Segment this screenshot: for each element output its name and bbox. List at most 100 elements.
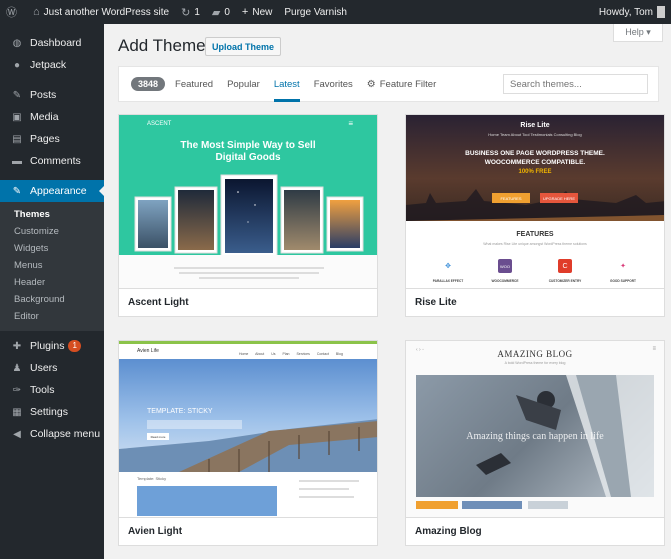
theme-name: Ascent Light	[119, 288, 377, 316]
screenshot-headline: TEMPLATE: STICKY	[147, 408, 213, 415]
theme-screenshot[interactable]: ASCENT ≡ The Most Simple Way to Sell Dig…	[119, 115, 377, 290]
sidebar-item-appearance[interactable]: ✎ Appearance	[0, 180, 104, 202]
media-icon: ▣	[12, 111, 22, 123]
upload-theme-button[interactable]: Upload Theme	[205, 37, 282, 56]
updates-link[interactable]: ↻ 1	[181, 6, 200, 19]
brush-icon: ✎	[12, 185, 22, 197]
theme-card-ascent-light[interactable]: ASCENT ≡ The Most Simple Way to Sell Dig…	[118, 114, 378, 317]
submenu-item-customize[interactable]: Customize	[0, 223, 104, 240]
feature-filter-label: Feature Filter	[379, 78, 437, 90]
wordpress-logo-menu[interactable]: Ⓦ	[6, 4, 21, 20]
screenshot-nav: Home Team About Tool Testimonials Consul…	[488, 132, 582, 137]
support-icon: ✦	[620, 263, 626, 270]
theme-screenshot[interactable]: ‹ › ◦ AMAZING BLOG A bold WordPress them…	[406, 341, 664, 519]
sidebar-item-label: Tools	[30, 384, 55, 396]
pier-image: TEMPLATE: STICKY Read more	[119, 359, 377, 472]
main-content: Help ▾ Add Themes Upload Theme 3848 Feat…	[104, 24, 671, 559]
submenu-item-menus[interactable]: Menus	[0, 257, 104, 274]
screenshot-headline: BUSINESS ONE PAGE WORDPRESS THEME. WOOCO…	[465, 150, 605, 166]
settings-icon: ▦	[12, 406, 22, 418]
sidebar-item-settings[interactable]: ▦ Settings	[0, 401, 104, 423]
submenu-item-background[interactable]: Background	[0, 291, 104, 308]
updates-icon: ↻	[181, 6, 191, 19]
sidebar-item-label: Users	[30, 362, 58, 374]
filter-latest[interactable]: Latest	[273, 66, 300, 102]
gear-icon: ⚙	[366, 78, 376, 90]
screenshot-nav: Home About Us Plan Services Contact Blog	[239, 352, 343, 356]
pages-icon: ▤	[12, 133, 22, 145]
icon-label: WOOCOMMERCE	[491, 279, 519, 283]
theme-card-amazing-blog[interactable]: ‹ › ◦ AMAZING BLOG A bold WordPress them…	[405, 340, 665, 546]
wordpress-logo-icon: Ⓦ	[6, 7, 17, 19]
sidebar-item-collapse-menu[interactable]: ◀ Collapse menu	[0, 423, 104, 445]
new-content-link[interactable]: + New	[242, 6, 272, 18]
pin-icon: ✎	[12, 89, 22, 101]
theme-name: Amazing Blog	[406, 517, 664, 545]
plugins-update-badge: 1	[68, 340, 81, 352]
site-name-link[interactable]: ⌂ Just another WordPress site	[33, 6, 169, 18]
sidebar-item-pages[interactable]: ▤ Pages	[0, 128, 104, 150]
purge-varnish-link[interactable]: Purge Varnish	[284, 7, 347, 18]
comment-icon: ▬	[12, 155, 22, 167]
sidebar-item-label: Pages	[30, 133, 60, 145]
filter-favorites[interactable]: Favorites	[314, 66, 353, 102]
sidebar-item-dashboard[interactable]: ◍ Dashboard	[0, 32, 104, 54]
screenshot-features-title: FEATURES	[516, 231, 554, 238]
feature-filter-link[interactable]: ⚙ Feature Filter	[367, 79, 436, 90]
account-menu[interactable]: Howdy, Tom	[599, 0, 665, 24]
sidebar-item-jetpack[interactable]: ● Jetpack	[0, 54, 104, 76]
sidebar-item-posts[interactable]: ✎ Posts	[0, 84, 104, 106]
submenu-item-editor[interactable]: Editor	[0, 308, 104, 325]
screenshot-title: AMAZING BLOG	[497, 349, 573, 359]
screenshot-template-label: Template: Sticky	[137, 476, 167, 481]
comments-link[interactable]: ▰ 0	[212, 6, 230, 19]
theme-card-avien-light[interactable]: Avien Life Home About Us Plan Services C…	[118, 340, 378, 546]
sidebar-item-label: Comments	[30, 155, 81, 167]
sidebar-item-comments[interactable]: ▬ Comments	[0, 150, 104, 172]
hamburger-icon: ≡	[652, 346, 656, 352]
site-name-label: Just another WordPress site	[43, 6, 170, 18]
appearance-submenu: Themes Customize Widgets Menus Header Backgro…	[0, 202, 104, 331]
sidebar-item-label: Plugins	[30, 340, 65, 352]
sidebar-item-label: Jetpack	[30, 59, 67, 71]
city-skyline-image	[406, 189, 664, 221]
comment-bubble-icon: ▰	[211, 6, 221, 19]
new-label: New	[252, 6, 273, 18]
theme-screenshot[interactable]: Rise Lite Home Team About Tool Testimoni…	[406, 115, 664, 290]
screenshot-caption: Amazing things can happen in life	[466, 431, 604, 442]
icon-label: PARALLAX EFFECT	[432, 279, 464, 283]
search-themes-input[interactable]	[503, 74, 648, 94]
updates-count: 1	[194, 6, 200, 18]
admin-bar: Ⓦ ⌂ Just another WordPress site ↻ 1 ▰ 0 …	[0, 0, 671, 24]
theme-name: Rise Lite	[406, 288, 664, 316]
theme-filter-bar: 3848 Featured Popular Latest Favorites ⚙…	[118, 66, 659, 102]
sidebar-item-tools[interactable]: ✑ Tools	[0, 379, 104, 401]
collapse-icon: ◀	[13, 428, 21, 440]
page-title: Add Themes	[118, 36, 215, 55]
sidebar-item-plugins[interactable]: ✚ Plugins 1	[0, 335, 104, 357]
filter-popular[interactable]: Popular	[227, 66, 260, 102]
submenu-item-themes[interactable]: Themes	[0, 206, 104, 223]
jetpack-icon: ●	[13, 59, 21, 71]
help-tab[interactable]: Help ▾	[613, 24, 663, 42]
dashboard-icon: ◍	[12, 37, 22, 49]
sidebar-item-label: Media	[30, 111, 59, 123]
screenshot-tagline: A bold WordPress theme for every blog	[504, 361, 566, 365]
theme-screenshot[interactable]: Avien Life Home About Us Plan Services C…	[119, 341, 377, 519]
sidebar-item-media[interactable]: ▣ Media	[0, 106, 104, 128]
filter-featured[interactable]: Featured	[175, 66, 213, 102]
users-icon: ♟	[12, 362, 22, 374]
avatar	[657, 6, 665, 18]
photo-frames-image	[134, 174, 364, 258]
submenu-item-widgets[interactable]: Widgets	[0, 240, 104, 257]
screenshot-features-sub: What makes Rise Lite unique amongst Word…	[483, 242, 587, 246]
sidebar-item-label: Appearance	[30, 185, 87, 197]
submenu-item-header[interactable]: Header	[0, 274, 104, 291]
sidebar-item-label: Posts	[30, 89, 57, 101]
woo-icon: WOO	[498, 259, 512, 273]
howdy-label: Howdy, Tom	[598, 6, 653, 18]
sidebar-item-users[interactable]: ♟ Users	[0, 357, 104, 379]
screenshot-logo: ASCENT	[147, 121, 172, 127]
theme-card-rise-lite[interactable]: Rise Lite Home Team About Tool Testimoni…	[405, 114, 665, 317]
skydiver-image: Amazing things can happen in life	[416, 375, 654, 497]
